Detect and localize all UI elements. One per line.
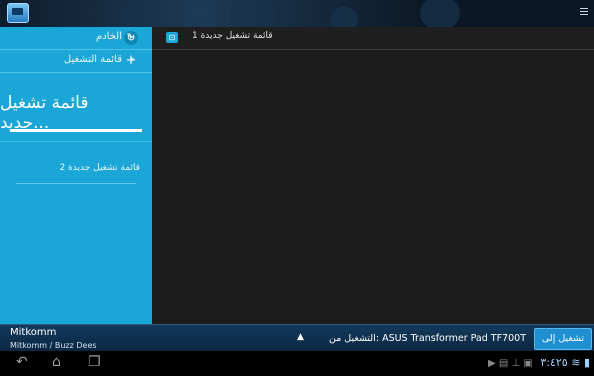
title-underline xyxy=(10,129,142,132)
home-icon[interactable]: ⌂ xyxy=(52,354,61,370)
new-playlist-title[interactable]: قائمة تشغيل جديد... xyxy=(0,93,140,133)
background-bubble xyxy=(120,2,150,27)
overflow-menu-icon[interactable] xyxy=(580,6,588,17)
sidebar-row-playlist[interactable]: + ▾ قائمة التشغيل xyxy=(0,50,152,73)
main-header: ⊡ قائمة تشغيل جديدة 1 xyxy=(152,27,594,50)
chevron-right-icon: ▸ xyxy=(129,32,134,41)
expand-up-icon[interactable]: ▲ xyxy=(297,332,304,342)
app-logo-icon[interactable] xyxy=(7,3,29,23)
play-to-button[interactable]: تشغيل إلى xyxy=(534,328,592,350)
playlist-item[interactable]: قائمة تشغيل جديدة 2 xyxy=(59,163,140,173)
background-bubble xyxy=(330,6,358,27)
chevron-down-icon: ▾ xyxy=(129,55,134,64)
player-bar: Mitkomm Mitkomm / Buzz Dees ▲ التشغيل من… xyxy=(0,324,594,352)
server-label: الخادم xyxy=(96,31,122,42)
sidebar: ↻ ▸ الخادم + ▾ قائمة التشغيل قائمة تشغيل… xyxy=(0,27,152,324)
system-nav-bar: ↶ ⌂ ❐ ▶ ▤ ⊥ ▣ ٣:٤٢٥ ≋ ▮ xyxy=(0,351,594,376)
main-title: قائمة تشغيل جديدة 1 xyxy=(192,31,273,41)
status-area[interactable]: ▶ ▤ ⊥ ▣ ٣:٤٢٥ ≋ ▮ xyxy=(488,356,590,369)
wifi-icon: ≋ xyxy=(571,356,581,369)
playlist-label: قائمة التشغيل xyxy=(63,54,122,65)
recents-icon[interactable]: ❐ xyxy=(88,354,101,370)
notification-icons: ▶ ▤ ⊥ ▣ xyxy=(488,358,533,369)
sidebar-row-server[interactable]: ↻ ▸ الخادم xyxy=(0,27,152,50)
background-bubble xyxy=(420,0,460,27)
now-playing-artist: Mitkomm xyxy=(10,327,57,338)
battery-icon: ▮ xyxy=(583,356,590,369)
item-divider xyxy=(16,183,136,184)
clock: ٣:٤٢٥ xyxy=(540,356,568,369)
now-playing-track: Mitkomm / Buzz Dees xyxy=(10,341,97,350)
back-icon[interactable]: ↶ xyxy=(16,354,28,370)
background-bubble xyxy=(230,0,275,27)
top-action-bar xyxy=(0,0,594,27)
playing-from-text: التشغيل من: ASUS Transformer Pad TF700T xyxy=(328,333,526,344)
playlist-icon: ⊡ xyxy=(166,32,178,43)
section-divider xyxy=(0,141,152,142)
